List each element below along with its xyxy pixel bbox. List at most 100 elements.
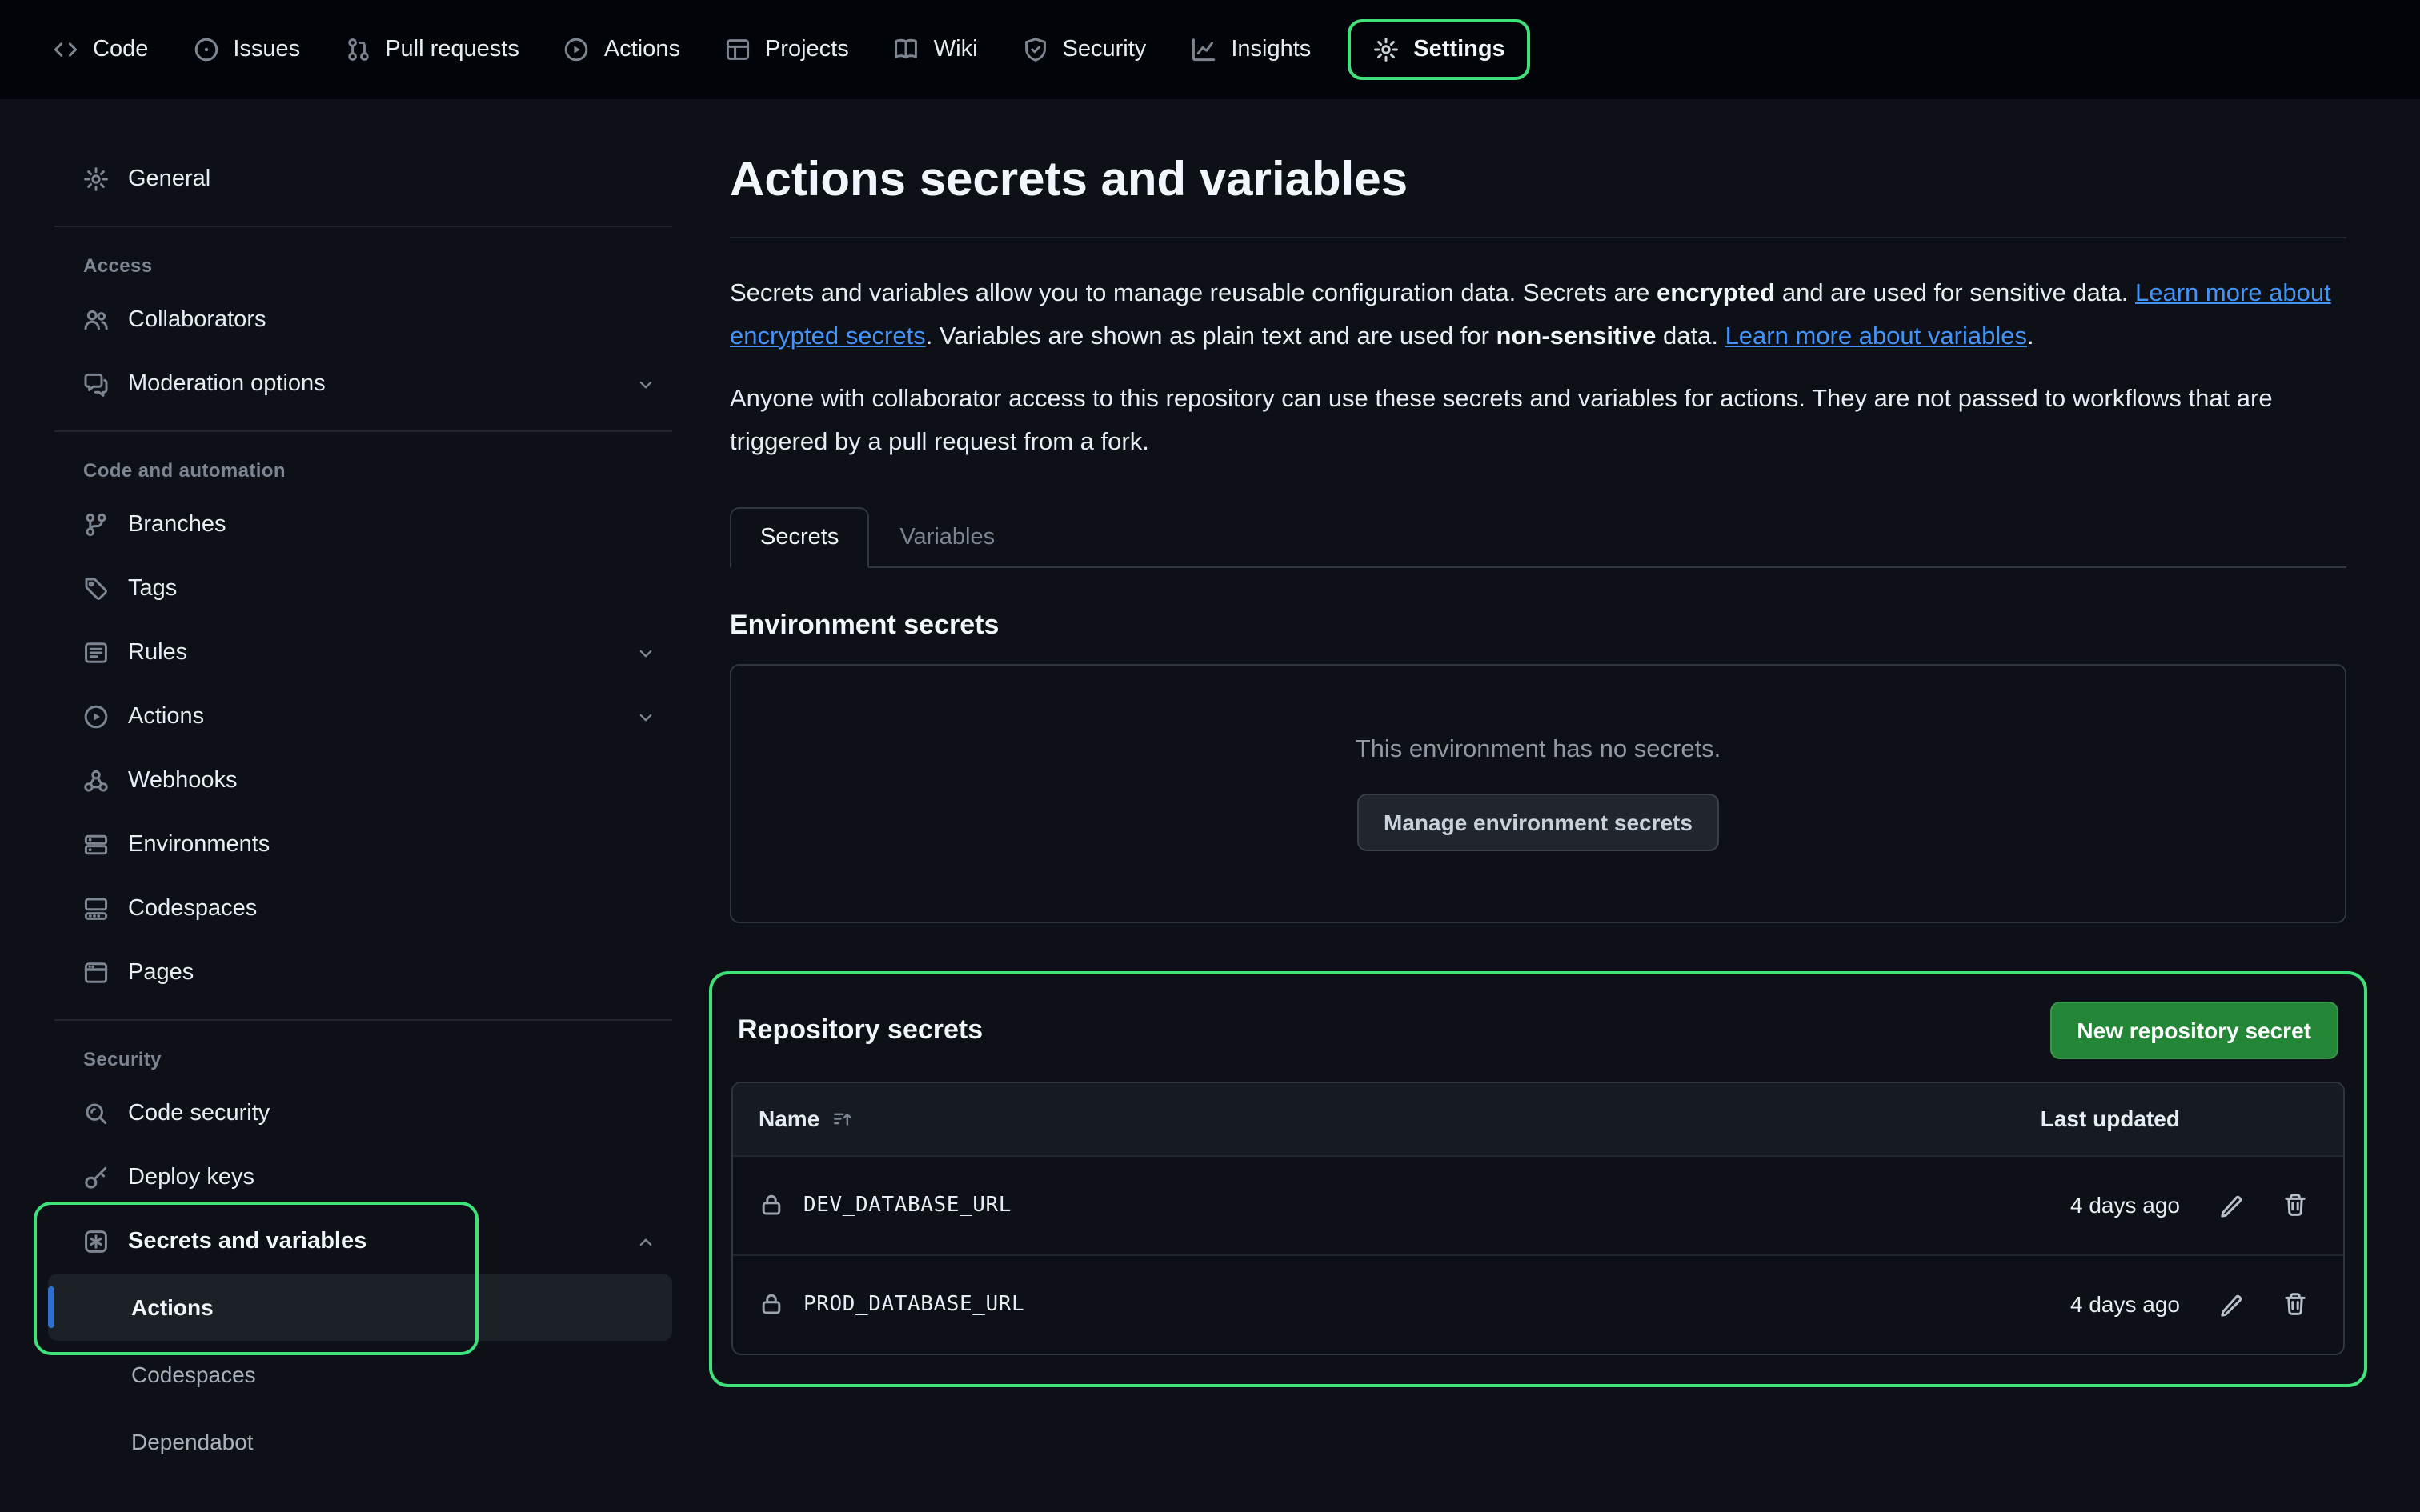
delete-secret-button[interactable]: [2273, 1282, 2318, 1326]
sidebar-item-label: Collaborators: [128, 307, 266, 333]
manage-environment-secrets-button[interactable]: Manage environment secrets: [1356, 793, 1720, 850]
tab-label: Insights: [1231, 37, 1311, 62]
fork-note-paragraph: Anyone with collaborator access to this …: [730, 380, 2346, 466]
intro-text: .: [2027, 322, 2034, 350]
sidebar-item-codespaces[interactable]: Codespaces: [48, 877, 672, 941]
repository-secrets-heading: Repository secrets: [738, 1014, 983, 1046]
graph-icon: [1191, 37, 1216, 62]
sidebar-item-rules[interactable]: Rules: [48, 621, 672, 685]
tab-variables[interactable]: Variables: [869, 506, 1025, 567]
secret-name: DEV_DATABASE_URL: [803, 1193, 1012, 1217]
tab-label: Wiki: [934, 37, 978, 62]
sidebar-item-label: Environments: [128, 832, 270, 858]
edit-secret-button[interactable]: [2209, 1282, 2254, 1326]
secret-name-cell: PROD_DATABASE_URL: [759, 1291, 1940, 1317]
sidebar-subitem-label: Actions: [131, 1294, 214, 1320]
new-repository-secret-button[interactable]: New repository secret: [2049, 1001, 2338, 1058]
sidebar-item-secrets-and-variables[interactable]: Secrets and variables: [48, 1210, 672, 1274]
play-icon: [564, 37, 590, 62]
people-icon: [83, 307, 109, 333]
chevron-down-icon: [635, 706, 656, 727]
webhook-icon: [83, 768, 109, 794]
intro-text: Secrets and variables allow you to manag…: [730, 280, 1657, 307]
repo-navigation: Code Issues Pull requests Actions Projec…: [0, 0, 2420, 99]
page-title: Actions secrets and variables: [730, 154, 2346, 208]
name-header-label: Name: [759, 1106, 819, 1131]
tab-code[interactable]: Code: [35, 24, 166, 75]
tab-label: Settings: [1413, 37, 1504, 62]
lock-icon: [759, 1291, 784, 1317]
tab-projects[interactable]: Projects: [707, 24, 867, 75]
sidebar-subitem-codespaces[interactable]: Codespaces: [48, 1341, 672, 1408]
sidebar-item-label: Rules: [128, 640, 187, 666]
active-item-indicator: [48, 1286, 54, 1328]
tab-label: Issues: [233, 37, 300, 62]
sort-ascending-icon: [832, 1108, 853, 1129]
tab-secrets[interactable]: Secrets: [730, 506, 869, 567]
empty-state-text: This environment has no secrets.: [1356, 735, 1721, 764]
sidebar-item-pages[interactable]: Pages: [48, 941, 672, 1005]
repository-secrets-section: Repository secrets New repository secret…: [709, 970, 2367, 1386]
delete-secret-button[interactable]: [2273, 1182, 2318, 1227]
tab-pull-requests[interactable]: Pull requests: [327, 24, 537, 75]
trash-icon: [2282, 1192, 2308, 1218]
gear-icon: [1373, 37, 1399, 62]
secrets-and-variables-group: Secrets and variables Actions: [48, 1210, 672, 1341]
sidebar-item-general[interactable]: General: [48, 147, 672, 211]
sidebar-item-label: General: [128, 166, 210, 192]
chevron-up-icon: [635, 1231, 656, 1252]
tab-insights[interactable]: Insights: [1173, 24, 1328, 75]
sidebar-item-tags[interactable]: Tags: [48, 557, 672, 621]
table-icon: [725, 37, 751, 62]
section-title-code-and-automation: Code and automation: [48, 443, 672, 493]
section-title-security: Security: [48, 1032, 672, 1082]
tab-label: Projects: [765, 37, 849, 62]
sidebar-item-label: Moderation options: [128, 371, 326, 397]
repository-secrets-table: Name Last updated DEV_DATABASE_URL 4 day…: [731, 1081, 2345, 1354]
intro-text: and are used for sensitive data.: [1775, 280, 2135, 307]
sidebar-item-branches[interactable]: Branches: [48, 493, 672, 557]
chevron-down-icon: [635, 374, 656, 394]
tab-label: Security: [1063, 37, 1147, 62]
lock-icon: [759, 1192, 784, 1218]
sidebar-subitem-dependabot[interactable]: Dependabot: [48, 1408, 672, 1475]
sidebar-item-environments[interactable]: Environments: [48, 813, 672, 877]
secret-row: DEV_DATABASE_URL 4 days ago: [733, 1154, 2343, 1254]
chevron-down-icon: [635, 642, 656, 663]
sidebar-divider: [54, 1019, 672, 1021]
name-column-header[interactable]: Name: [759, 1106, 1940, 1131]
tab-security[interactable]: Security: [1005, 24, 1164, 75]
link-variables[interactable]: Learn more about variables: [1725, 322, 2027, 350]
secret-name: PROD_DATABASE_URL: [803, 1292, 1024, 1316]
comment-discussion-icon: [83, 371, 109, 397]
sidebar-item-label: Codespaces: [128, 896, 257, 922]
sidebar-item-label: Secrets and variables: [128, 1229, 367, 1254]
sidebar-item-moderation-options[interactable]: Moderation options: [48, 352, 672, 416]
sidebar-item-webhooks[interactable]: Webhooks: [48, 749, 672, 813]
sidebar-item-collaborators[interactable]: Collaborators: [48, 288, 672, 352]
sidebar-item-actions[interactable]: Actions: [48, 685, 672, 749]
environment-secrets-heading: Environment secrets: [730, 609, 2346, 641]
title-divider: [730, 237, 2346, 238]
play-icon: [83, 704, 109, 730]
intro-text: . Variables are shown as plain text and …: [926, 322, 1496, 350]
sidebar-subitem-actions[interactable]: Actions: [48, 1274, 672, 1341]
tab-issues[interactable]: Issues: [175, 24, 318, 75]
intro-paragraph: Secrets and variables allow you to manag…: [730, 274, 2346, 359]
tab-wiki[interactable]: Wiki: [876, 24, 996, 75]
sidebar-subitem-label: Dependabot: [131, 1429, 254, 1454]
environment-secrets-empty-box: This environment has no secrets. Manage …: [730, 663, 2346, 922]
repository-secrets-header: Repository secrets New repository secret: [731, 994, 2345, 1081]
sidebar-subitem-label: Codespaces: [131, 1362, 256, 1387]
pencil-icon: [2218, 1192, 2244, 1218]
sidebar-item-code-security[interactable]: Code security: [48, 1082, 672, 1146]
browser-icon: [83, 960, 109, 986]
key-icon: [83, 1165, 109, 1190]
intro-text: data.: [1656, 322, 1725, 350]
secret-row: PROD_DATABASE_URL 4 days ago: [733, 1254, 2343, 1353]
code-scan-icon: [83, 1101, 109, 1126]
sidebar-item-deploy-keys[interactable]: Deploy keys: [48, 1146, 672, 1210]
edit-secret-button[interactable]: [2209, 1182, 2254, 1227]
tab-settings[interactable]: Settings: [1348, 19, 1530, 80]
tab-actions[interactable]: Actions: [547, 24, 698, 75]
